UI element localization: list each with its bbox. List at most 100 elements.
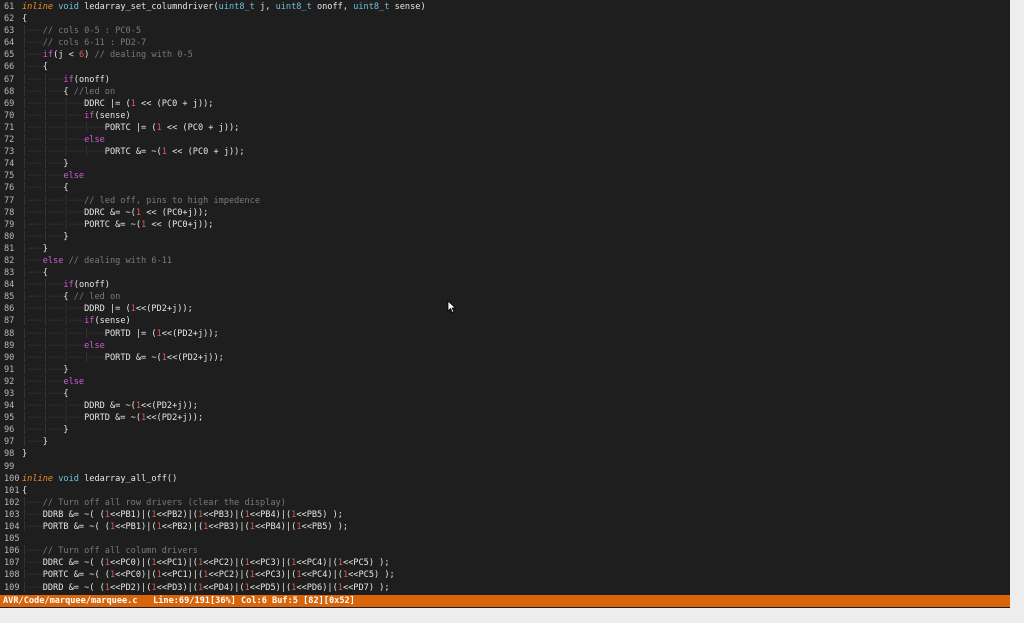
code-line[interactable]: 68 │┈┈┈│┈┈┈{ //led on: [0, 86, 1010, 98]
indent-guide: │┈┈┈: [22, 255, 43, 266]
code-token: <<PB1)|(: [115, 522, 157, 533]
code-token: {: [63, 183, 69, 194]
indent-guide: │┈┈┈│┈┈┈│┈┈┈: [22, 135, 85, 146]
line-number: 89: [4, 340, 15, 351]
code-token: // led on: [73, 292, 121, 303]
code-line[interactable]: 78 │┈┈┈│┈┈┈│┈┈┈DDRC &= ~(1 << (PC0+j));: [0, 207, 1010, 219]
code-line[interactable]: 65 │┈┈┈if(j < 6) // dealing with 0-5: [0, 49, 1010, 61]
code-line[interactable]: 61 inline void ledarray_set_columndriver(…: [0, 1, 1010, 13]
indent-guide: │┈┈┈: [22, 497, 43, 508]
code-line[interactable]: 66 │┈┈┈{: [0, 61, 1010, 73]
line-number: 104: [4, 522, 20, 533]
indent-guide: │┈┈┈│┈┈┈│┈┈┈: [22, 304, 85, 315]
code-line[interactable]: 69 │┈┈┈│┈┈┈│┈┈┈DDRC |= (1 << (PC0 + j));: [0, 98, 1010, 110]
line-code: │┈┈┈│┈┈┈│┈┈┈if(sense): [22, 316, 131, 326]
indent-guide: │┈┈┈│┈┈┈│┈┈┈│┈┈┈: [22, 352, 105, 363]
code-line[interactable]: 72 │┈┈┈│┈┈┈│┈┈┈else: [0, 134, 1010, 146]
code-token: // Turn off all row drivers (clear the d…: [42, 497, 286, 508]
code-editor[interactable]: 61 inline void ledarray_set_columndriver(…: [0, 0, 1010, 608]
code-line[interactable]: 97 │┈┈┈}: [0, 436, 1010, 448]
code-token: <<PC2)|(: [203, 558, 245, 569]
code-line[interactable]: 99: [0, 461, 1010, 473]
code-line[interactable]: 103 │┈┈┈DDRB &= ~( (1<<PB1)|(1<<PB2)|(1<<…: [0, 509, 1010, 521]
code-token: <<PB5) );: [301, 522, 349, 533]
code-line[interactable]: 87 │┈┈┈│┈┈┈│┈┈┈if(sense): [0, 315, 1010, 327]
code-line[interactable]: 79 │┈┈┈│┈┈┈│┈┈┈PORTC &= ~(1 << (PC0+j));: [0, 219, 1010, 231]
code-line[interactable]: 82 │┈┈┈else // dealing with 6-11: [0, 255, 1010, 267]
code-line[interactable]: 94 │┈┈┈│┈┈┈│┈┈┈DDRD &= ~(1<<(PD2+j));: [0, 400, 1010, 412]
line-code: │┈┈┈│┈┈┈{: [22, 389, 69, 399]
code-line[interactable]: 67 │┈┈┈│┈┈┈if(onoff): [0, 74, 1010, 86]
code-token: <<PC0)|(: [115, 570, 157, 581]
line-code: │┈┈┈}: [22, 437, 48, 447]
code-token: <<(PD2+j));: [161, 328, 219, 339]
code-token: (onoff): [73, 280, 110, 291]
code-line[interactable]: 80 │┈┈┈│┈┈┈}: [0, 231, 1010, 243]
code-line[interactable]: 70 │┈┈┈│┈┈┈│┈┈┈if(sense): [0, 110, 1010, 122]
line-number: 81: [4, 243, 15, 254]
code-line[interactable]: 75 │┈┈┈│┈┈┈else: [0, 170, 1010, 182]
code-line[interactable]: 98}: [0, 448, 1010, 460]
indent-guide: │┈┈┈│┈┈┈│┈┈┈: [22, 207, 85, 218]
code-token: <<PC4)|(: [296, 558, 338, 569]
code-line[interactable]: 62 {: [0, 13, 1010, 25]
code-line[interactable]: 95 │┈┈┈│┈┈┈│┈┈┈PORTD &= ~(1<<(PD2+j));: [0, 412, 1010, 424]
code-line[interactable]: 108 │┈┈┈PORTC &= ~( (1<<PC0)|(1<<PC1)|(1<…: [0, 569, 1010, 581]
code-line[interactable]: 101{: [0, 485, 1010, 497]
code-line[interactable]: 74 │┈┈┈│┈┈┈}: [0, 158, 1010, 170]
code-token: <<PB3)|(: [203, 509, 245, 520]
code-token: <<PC1)|(: [161, 570, 204, 581]
code-line[interactable]: 109 │┈┈┈DDRD &= ~( (1<<PD2)|(1<<PD3)|(1<<…: [0, 582, 1010, 594]
code-line[interactable]: 104 │┈┈┈PORTB &= ~( (1<<PB1)|(1<<PB2)|(1<…: [0, 521, 1010, 533]
indent-guide: │┈┈┈│┈┈┈│┈┈┈: [22, 401, 85, 412]
line-code: │┈┈┈│┈┈┈│┈┈┈DDRD &= ~(1<<(PD2+j));: [22, 401, 198, 411]
code-token: else: [84, 135, 105, 146]
code-line[interactable]: 100 inline void ledarray_all_off(): [0, 473, 1010, 485]
code-line[interactable]: 63 │┈┈┈// cols 0-5 : PC0-5: [0, 25, 1010, 37]
code-line[interactable]: 83 │┈┈┈{: [0, 267, 1010, 279]
code-line[interactable]: 92 │┈┈┈│┈┈┈else: [0, 376, 1010, 388]
code-token: uint8_t: [275, 2, 312, 12]
indent-guide: │┈┈┈: [22, 268, 43, 279]
code-line[interactable]: 77 │┈┈┈│┈┈┈│┈┈┈// led off, pins to high i…: [0, 195, 1010, 207]
code-token: (sense): [94, 316, 131, 327]
line-number: 85: [4, 292, 15, 303]
code-token: (onoff): [73, 74, 110, 85]
code-token: DDRB &= ~( (: [42, 509, 105, 520]
line-number: 67: [4, 74, 15, 85]
code-line[interactable]: 90 │┈┈┈│┈┈┈│┈┈┈│┈┈┈PORTD &= ~(1<<(PD2+j))…: [0, 352, 1010, 364]
code-line[interactable]: 93 │┈┈┈│┈┈┈{: [0, 388, 1010, 400]
code-token: ledarray_all_off(): [78, 473, 178, 484]
line-number: 78: [4, 207, 15, 218]
line-number: 88: [4, 328, 15, 339]
line-number: 74: [4, 159, 15, 170]
code-line[interactable]: 84 │┈┈┈│┈┈┈if(onoff): [0, 279, 1010, 291]
code-token: // Turn off all column drivers: [42, 546, 198, 557]
code-line[interactable]: 71 │┈┈┈│┈┈┈│┈┈┈│┈┈┈PORTC |= (1 << (PC0 + …: [0, 122, 1010, 134]
code-line[interactable]: 102 │┈┈┈// Turn off all row drivers (clea…: [0, 497, 1010, 509]
code-line[interactable]: 105: [0, 533, 1010, 545]
code-line[interactable]: 106 │┈┈┈// Turn off all column drivers: [0, 545, 1010, 557]
code-area[interactable]: 61 inline void ledarray_set_columndriver(…: [0, 1, 1010, 594]
code-line[interactable]: 107 │┈┈┈DDRC &= ~( (1<<PC0)|(1<<PC1)|(1<<…: [0, 557, 1010, 569]
code-line[interactable]: 76 │┈┈┈│┈┈┈{: [0, 182, 1010, 194]
code-line[interactable]: 91 │┈┈┈│┈┈┈}: [0, 364, 1010, 376]
window-bottom-strip: [0, 608, 1010, 623]
line-code: │┈┈┈{: [22, 62, 48, 72]
code-line[interactable]: 73 │┈┈┈│┈┈┈│┈┈┈│┈┈┈PORTC &= ~(1 << (PC0 +…: [0, 146, 1010, 158]
code-token: << (PC0+j));: [141, 207, 209, 218]
code-line[interactable]: 88 │┈┈┈│┈┈┈│┈┈┈│┈┈┈PORTD |= (1<<(PD2+j));: [0, 328, 1010, 340]
scrollbar[interactable]: [1010, 0, 1024, 623]
line-number: 97: [4, 437, 15, 448]
code-line[interactable]: 64 │┈┈┈// cols 6-11 : PD2-7: [0, 37, 1010, 49]
code-line[interactable]: 89 │┈┈┈│┈┈┈│┈┈┈else: [0, 340, 1010, 352]
code-token: <<PD6)|(: [296, 582, 338, 593]
code-line[interactable]: 81 │┈┈┈}: [0, 243, 1010, 255]
code-line[interactable]: 85 │┈┈┈│┈┈┈{ // led on: [0, 291, 1010, 303]
code-token: void: [58, 473, 79, 484]
indent-guide: │┈┈┈│┈┈┈: [22, 183, 64, 194]
code-line[interactable]: 96 │┈┈┈│┈┈┈}: [0, 424, 1010, 436]
code-line[interactable]: 86 │┈┈┈│┈┈┈│┈┈┈DDRD |= (1<<(PD2+j));: [0, 303, 1010, 315]
line-number: 76: [4, 183, 15, 194]
line-number: 62: [4, 14, 15, 25]
